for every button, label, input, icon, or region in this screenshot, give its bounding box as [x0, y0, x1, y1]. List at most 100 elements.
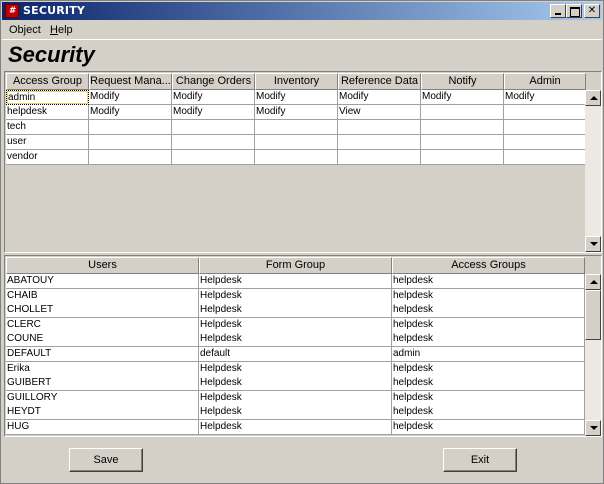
table-cell[interactable]: Helpdesk	[199, 405, 392, 421]
table-cell[interactable]	[255, 120, 338, 135]
column-header[interactable]: Access Group	[6, 73, 89, 90]
table-cell[interactable]	[172, 120, 255, 135]
table-cell[interactable]: Helpdesk	[199, 332, 392, 348]
table-cell[interactable]: helpdesk	[392, 405, 585, 421]
table-cell[interactable]: GUIBERT	[6, 376, 199, 392]
exit-button[interactable]: Exit	[443, 448, 517, 472]
scroll-up-arrow-icon[interactable]	[585, 274, 601, 290]
table-cell[interactable]: helpdesk	[392, 390, 585, 406]
scroll-thumb[interactable]	[585, 290, 601, 340]
table-cell[interactable]: admin	[392, 347, 585, 362]
title-bar[interactable]: # SECURITY ✕	[2, 2, 602, 20]
column-header[interactable]: Form Group	[199, 257, 392, 274]
window-title: SECURITY	[23, 4, 86, 17]
table-cell[interactable]	[338, 150, 421, 165]
app-icon: #	[5, 4, 19, 18]
column-header[interactable]: Request Mana...	[89, 73, 172, 90]
table-cell[interactable]	[172, 150, 255, 165]
table-cell[interactable]: helpdesk	[392, 317, 585, 333]
table-cell[interactable]	[89, 135, 172, 150]
table-cell[interactable]: Helpdesk	[199, 376, 392, 392]
column-header[interactable]: Users	[6, 257, 199, 274]
table-cell[interactable]: HUG	[6, 420, 199, 435]
table-cell[interactable]	[421, 150, 504, 165]
table-cell[interactable]: Modify	[255, 105, 338, 120]
close-button[interactable]: ✕	[584, 4, 600, 18]
table-cell[interactable]	[504, 120, 586, 135]
table-cell[interactable]: vendor	[6, 150, 89, 165]
table-cell[interactable]: View	[338, 105, 421, 120]
minimize-button[interactable]	[550, 4, 566, 18]
table-cell[interactable]: DEFAULT	[6, 347, 199, 362]
page-title: Security	[8, 42, 95, 67]
table-cell[interactable]: Helpdesk	[199, 361, 392, 377]
table-cell[interactable]: Helpdesk	[199, 303, 392, 319]
table-cell[interactable]: Helpdesk	[199, 317, 392, 333]
table-cell[interactable]: Modify	[172, 105, 255, 120]
column-header[interactable]: Change Orders	[172, 73, 255, 90]
users-grid: Users Form Group Access Groups ABATOUY Help…	[4, 255, 602, 437]
table-cell[interactable]	[421, 120, 504, 135]
table-cell[interactable]	[338, 120, 421, 135]
menu-bar: Object Help	[2, 21, 602, 39]
save-button[interactable]: Save	[69, 448, 143, 472]
table-cell[interactable]: Modify	[255, 90, 338, 105]
column-header[interactable]: Inventory	[255, 73, 338, 90]
table-cell[interactable]: HEYDT	[6, 405, 199, 421]
table-cell[interactable]	[89, 120, 172, 135]
table-cell[interactable]: GUILLORY	[6, 390, 199, 406]
column-header[interactable]: Reference Data	[338, 73, 421, 90]
table-cell[interactable]: Helpdesk	[199, 420, 392, 435]
column-header[interactable]: Access Groups	[392, 257, 585, 274]
table-cell[interactable]: Erika	[6, 361, 199, 377]
security-window: # SECURITY ✕ Object Help Security Access…	[0, 0, 604, 484]
table-cell[interactable]: Modify	[89, 105, 172, 120]
table-cell[interactable]: helpdesk	[392, 420, 585, 435]
table-cell[interactable]: Modify	[172, 90, 255, 105]
table-cell[interactable]: helpdesk	[6, 105, 89, 120]
table-cell[interactable]	[172, 135, 255, 150]
table-cell[interactable]: Modify	[421, 90, 504, 105]
table-cell[interactable]	[255, 150, 338, 165]
table-cell[interactable]: admin	[6, 90, 89, 105]
table-cell[interactable]: helpdesk	[392, 303, 585, 319]
table-cell[interactable]: Modify	[89, 90, 172, 105]
table-cell[interactable]: user	[6, 135, 89, 150]
maximize-button[interactable]	[566, 4, 582, 18]
column-header[interactable]: Notify	[421, 73, 504, 90]
table-cell[interactable]: tech	[6, 120, 89, 135]
table-cell[interactable]: CHOLLET	[6, 303, 199, 319]
access-group-grid: Access Group Request Mana... Change Orders…	[4, 71, 602, 253]
table-cell[interactable]: CHAIB	[6, 288, 199, 304]
table-cell[interactable]	[89, 150, 172, 165]
table-cell[interactable]: helpdesk	[392, 288, 585, 304]
table-cell[interactable]: Modify	[338, 90, 421, 105]
table-cell[interactable]	[338, 135, 421, 150]
table-cell[interactable]: ABATOUY	[6, 274, 199, 289]
users-grid-scrollbar[interactable]	[585, 274, 601, 436]
table-cell[interactable]: helpdesk	[392, 274, 585, 289]
table-cell[interactable]: helpdesk	[392, 361, 585, 377]
table-cell[interactable]: helpdesk	[392, 376, 585, 392]
menu-object[interactable]: Object	[9, 24, 41, 36]
table-cell[interactable]	[504, 150, 586, 165]
table-cell[interactable]: Helpdesk	[199, 390, 392, 406]
table-cell[interactable]: helpdesk	[392, 332, 585, 348]
table-cell[interactable]: Helpdesk	[199, 274, 392, 289]
table-cell[interactable]	[504, 135, 586, 150]
menu-help[interactable]: Help	[50, 24, 73, 36]
column-header[interactable]: Admin	[504, 73, 586, 90]
table-cell[interactable]: default	[199, 347, 392, 362]
scroll-down-arrow-icon[interactable]	[585, 420, 601, 436]
table-cell[interactable]	[421, 135, 504, 150]
table-cell[interactable]	[421, 105, 504, 120]
scroll-down-arrow-icon[interactable]	[585, 236, 601, 252]
table-cell[interactable]: CLERC	[6, 317, 199, 333]
table-cell[interactable]	[504, 105, 586, 120]
table-cell[interactable]: Helpdesk	[199, 288, 392, 304]
scroll-up-arrow-icon[interactable]	[585, 90, 601, 106]
table-cell[interactable]	[255, 135, 338, 150]
table-cell[interactable]: COUNE	[6, 332, 199, 348]
table-cell[interactable]: Modify	[504, 90, 586, 105]
access-grid-scrollbar[interactable]	[585, 90, 601, 252]
